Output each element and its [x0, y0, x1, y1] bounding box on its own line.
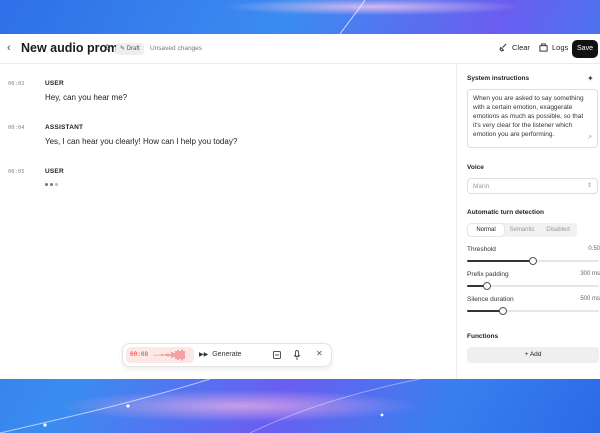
status-badge-label: Draft: [126, 46, 140, 52]
status-badge: ✎ Draft: [116, 43, 144, 55]
silence-duration-row: Silence duration 500 ms: [467, 296, 600, 303]
turn-mode-segmented-control: Normal Semantic Disabled: [467, 223, 577, 237]
prefix-padding-row: Prefix padding 300 ms: [467, 271, 600, 278]
silence-duration-label: Silence duration: [467, 296, 514, 303]
page-title[interactable]: New audio prompt: [21, 41, 130, 55]
recording-timer[interactable]: 00:08: [126, 347, 194, 363]
generate-label: Generate: [212, 351, 242, 358]
turn-mode-disabled[interactable]: Disabled: [540, 224, 576, 236]
threshold-row: Threshold 0.50: [467, 246, 600, 253]
message-timestamp: 00:02: [8, 81, 25, 87]
message-timestamp: 00:05: [8, 169, 25, 175]
magic-edit-icon[interactable]: ✦: [587, 74, 594, 83]
timer-value: 00:08: [130, 351, 149, 358]
threshold-label: Threshold: [467, 246, 496, 253]
chevron-updown-icon: ⇕: [586, 183, 592, 189]
logs-label: Logs: [552, 43, 569, 52]
broom-icon: [499, 43, 507, 52]
voice-select[interactable]: Marin ⇕: [467, 178, 598, 194]
message-role: ASSISTANT: [45, 124, 84, 131]
voice-value: Marin: [473, 183, 490, 190]
expand-icon[interactable]: ↗: [587, 134, 592, 141]
message-text: Hey, can you hear me?: [45, 93, 128, 102]
logs-icon: [539, 43, 548, 52]
voice-heading: Voice: [467, 164, 484, 171]
chevron-left-icon[interactable]: ‹: [7, 42, 11, 54]
threshold-slider[interactable]: [467, 257, 599, 265]
clear-label: Clear: [512, 43, 530, 52]
typing-dot: [50, 183, 53, 186]
message-role: USER: [45, 80, 64, 87]
add-function-button[interactable]: + Add: [467, 347, 599, 363]
prefix-padding-slider[interactable]: [467, 282, 599, 290]
chevron-updown-icon[interactable]: ⇕: [104, 43, 111, 52]
system-instructions-heading: System instructions: [467, 75, 530, 82]
close-icon[interactable]: ✕: [316, 349, 323, 358]
unsaved-status: Unsaved changes: [150, 45, 203, 52]
header-bar: ‹ New audio prompt ⇕ ✎ Draft Unsaved cha…: [0, 34, 600, 64]
message-timestamp: 00:04: [8, 125, 25, 131]
silence-duration-value: 500 ms: [580, 296, 600, 302]
system-instructions-field[interactable]: When you are asked to say something with…: [467, 89, 598, 148]
turn-mode-semantic[interactable]: Semantic: [504, 224, 540, 236]
typing-indicator: [45, 183, 58, 186]
prefix-padding-label: Prefix padding: [467, 271, 509, 278]
background-gradient-top: [0, 0, 600, 34]
conversation-panel: 00:02 USER Hey, can you hear me? 00:04 A…: [0, 64, 456, 379]
save-button[interactable]: Save: [572, 40, 598, 58]
background-gradient-bottom: [0, 379, 600, 433]
slider-handle[interactable]: [529, 257, 537, 265]
microphone-icon[interactable]: [293, 350, 301, 360]
prefix-padding-value: 300 ms: [580, 271, 600, 277]
app-window: ‹ New audio prompt ⇕ ✎ Draft Unsaved cha…: [0, 34, 600, 379]
typing-dot: [55, 183, 58, 186]
waveform-icon: [153, 349, 185, 361]
text-input-icon[interactable]: [273, 351, 281, 359]
slider-fill: [467, 260, 533, 262]
functions-heading: Functions: [467, 333, 499, 340]
audio-composer: 00:08 ▶▶ Generate ✕: [122, 343, 332, 367]
clear-button[interactable]: Clear: [499, 43, 530, 52]
threshold-value: 0.50: [588, 246, 600, 252]
slider-fill: [467, 310, 503, 312]
slider-handle[interactable]: [498, 307, 507, 315]
message-text: Yes, I can hear you clearly! How can I h…: [45, 137, 238, 146]
turn-detection-heading: Automatic turn detection: [467, 209, 544, 216]
logs-button[interactable]: Logs: [539, 43, 568, 52]
sparkle-icon: ▶▶: [199, 352, 209, 358]
slider-handle[interactable]: [482, 282, 491, 290]
turn-mode-normal[interactable]: Normal: [468, 224, 504, 236]
silence-duration-slider[interactable]: [467, 307, 599, 315]
settings-sidebar: System instructions ✦ When you are asked…: [456, 64, 600, 379]
message-role: USER: [45, 168, 64, 175]
typing-dot: [45, 183, 48, 186]
generate-button[interactable]: ▶▶ Generate: [199, 351, 241, 358]
